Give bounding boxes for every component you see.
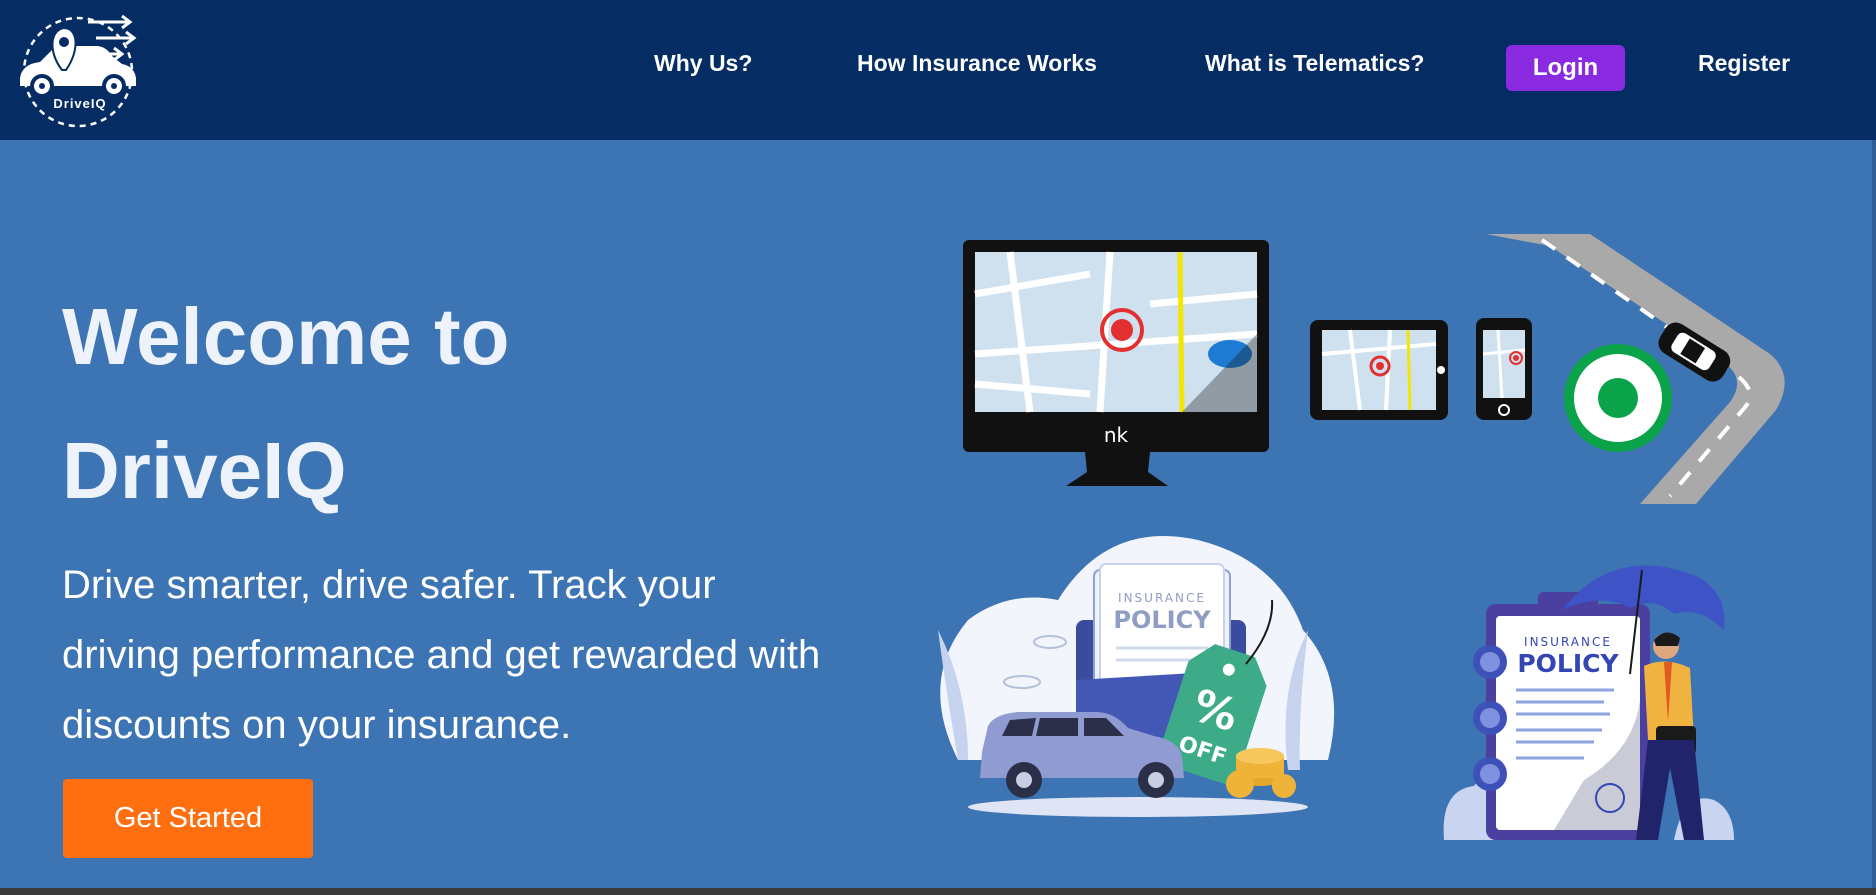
- get-started-button[interactable]: Get Started: [63, 779, 313, 858]
- login-button[interactable]: Login: [1506, 45, 1625, 91]
- policy-big-text-2: POLICY: [1517, 649, 1619, 678]
- phone-icon: [1476, 318, 1532, 420]
- hero-title-line1: Welcome to: [62, 292, 510, 381]
- telematics-devices-illustration: nk: [963, 234, 1785, 504]
- hero-title-line2: DriveIQ: [62, 426, 347, 515]
- nav-link-what-is-telematics[interactable]: What is Telematics?: [1205, 50, 1424, 77]
- hero-section: Welcome to DriveIQ Drive smarter, drive …: [0, 140, 1876, 888]
- hero-subtitle: Drive smarter, drive safer. Track your d…: [62, 563, 821, 747]
- hero-title: Welcome to DriveIQ: [62, 270, 510, 538]
- policy-big-text-1: POLICY: [1113, 606, 1211, 634]
- bottom-bar: [0, 888, 1876, 895]
- monitor-brand: nk: [1104, 423, 1129, 447]
- top-nav: DriveIQ Why Us? How Insurance Works What…: [0, 0, 1876, 140]
- policy-small-text-1: INSURANCE: [1118, 591, 1206, 605]
- insurance-policy-clipboard-illustration: INSURANCE POLICY: [1443, 565, 1734, 840]
- nav-link-why-us[interactable]: Why Us?: [654, 50, 752, 77]
- right-edge-strip: [1872, 140, 1876, 888]
- nav-link-how-insurance-works[interactable]: How Insurance Works: [857, 50, 1097, 77]
- tablet-icon: [1310, 320, 1448, 420]
- logo[interactable]: DriveIQ: [18, 10, 142, 128]
- gps-target-icon: [1564, 344, 1672, 452]
- register-link[interactable]: Register: [1698, 50, 1790, 77]
- logo-text: DriveIQ: [53, 96, 107, 111]
- policy-small-text-2: INSURANCE: [1524, 635, 1612, 649]
- insurance-discount-illustration: INSURANCE POLICY % OFF: [938, 536, 1335, 817]
- monitor-icon: nk: [963, 240, 1269, 486]
- page: DriveIQ Why Us? How Insurance Works What…: [0, 0, 1876, 895]
